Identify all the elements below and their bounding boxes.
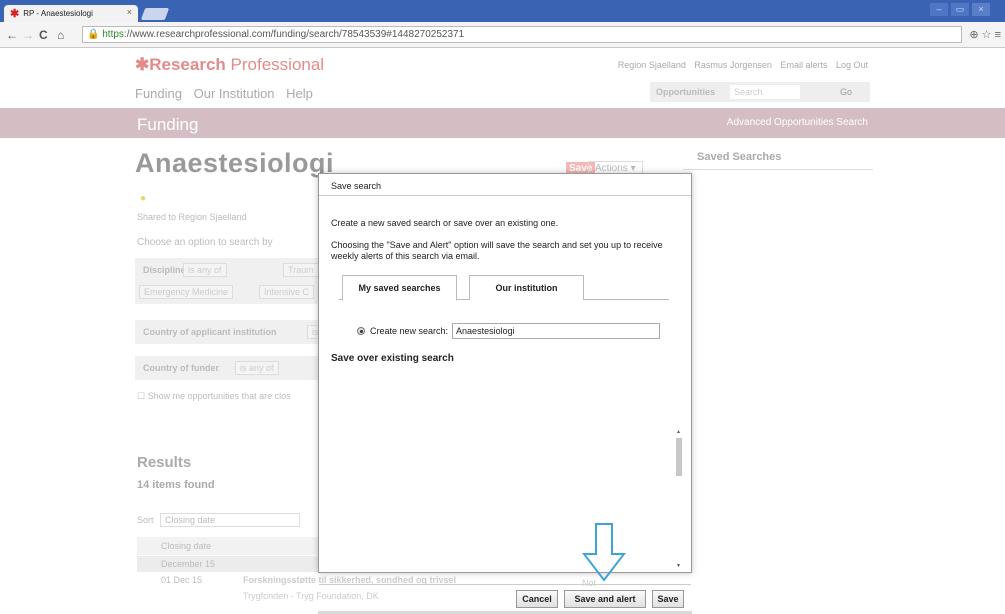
dialog-footer-divider [319, 584, 691, 585]
email-alerts-link[interactable]: Email alerts [780, 60, 827, 70]
dialog-tabs: My saved searches Our institution [339, 275, 669, 301]
month-group: December 15 [137, 556, 319, 572]
scroll-down-icon[interactable]: ▼ [676, 563, 681, 569]
create-new-option: Create new search: [357, 323, 661, 339]
dialog-intro: Create a new saved search or save over a… [331, 218, 559, 228]
tab-my-saved-searches[interactable]: My saved searches [342, 275, 457, 301]
maximize-icon[interactable]: ▭ [951, 3, 969, 16]
lock-icon: 🔒 [87, 29, 100, 40]
column-closing-date[interactable]: Closing date [161, 541, 211, 551]
row-funder: Trygfonden - Tryg Foundation, DK [243, 591, 379, 601]
results-heading: Results [137, 454, 192, 471]
country-funder-filter: Country of funder is any of [135, 356, 325, 380]
sort-label: Sort [137, 515, 154, 525]
page-content: ✱Research Professional Region Sjaelland … [0, 48, 1005, 614]
url-field[interactable]: 🔒 https://www.researchprofessional.com/f… [82, 26, 962, 43]
user-link[interactable]: Rasmus Jorgensen [694, 60, 772, 70]
section-banner: Funding Advanced Opportunities Search [0, 108, 1005, 138]
create-new-radio[interactable] [357, 327, 365, 335]
sort-control: Sort Closing date [137, 513, 301, 527]
logo-light: Professional [230, 55, 325, 74]
scroll-up-icon[interactable]: ▲ [676, 429, 681, 435]
page-title: Anaestesiologi [135, 148, 335, 178]
dialog-title: Save search [319, 174, 691, 196]
save-over-heading: Save over existing search [331, 353, 454, 364]
site-search: Opportunities Search Go [650, 82, 870, 102]
list-scrollbar[interactable]: ▲ ▼ [675, 429, 683, 571]
address-bar: ← → C ⌂ 🔒 https://www.researchprofession… [0, 22, 1005, 48]
lightbulb-icon: ● [140, 193, 147, 204]
sort-select[interactable]: Closing date [160, 513, 301, 527]
show-closed-checkbox[interactable]: ☐ Show me opportunities that are clos [137, 391, 291, 402]
discipline-chip[interactable]: Emergency Medicine [139, 285, 234, 299]
reload-icon[interactable]: C [39, 28, 48, 42]
dialog-alert-info: Choosing the "Save and Alert" option wil… [331, 240, 663, 261]
results-count: 14 items found [137, 479, 215, 491]
nav-help[interactable]: Help [286, 86, 313, 101]
choose-option-text: Choose an option to search by [137, 237, 273, 248]
advanced-search-link[interactable]: Advanced Opportunities Search [727, 117, 868, 128]
browser-tab[interactable]: ✱ RP - Anaestesiologi × [4, 5, 138, 22]
user-links: Region Sjaelland Rasmus Jorgensen Email … [612, 60, 868, 70]
save-search-dialog: Save search Create a new saved search or… [318, 173, 692, 608]
create-new-label: Create new search: [370, 326, 449, 336]
url-scheme: https [102, 29, 124, 40]
browser-tab-strip: ✱ RP - Anaestesiologi × – ▭ × [0, 0, 1005, 22]
region-link[interactable]: Region Sjaelland [618, 60, 686, 70]
discipline-chip[interactable]: Intensive C [259, 285, 315, 299]
tab-title: RP - Anaestesiologi [23, 9, 93, 18]
url-path: ://www.researchprofessional.com/funding/… [123, 29, 465, 40]
minimize-icon[interactable]: – [930, 3, 948, 16]
discipline-operator[interactable]: is any of [183, 263, 227, 277]
favicon-icon: ✱ [10, 8, 20, 20]
shared-text: Shared to Region Sjaelland [137, 212, 247, 222]
results-table-header: Closing date [137, 537, 319, 555]
annotation-arrow-icon [582, 523, 626, 582]
site-logo[interactable]: ✱Research Professional [135, 55, 324, 75]
country-applicant-label: Country of applicant institution [143, 327, 277, 337]
search-input[interactable]: Search [730, 85, 800, 99]
discipline-chip[interactable]: Traum [283, 263, 319, 277]
search-go-button[interactable]: Go [840, 87, 852, 97]
main-nav: Funding Our Institution Help [135, 86, 321, 101]
forward-icon[interactable]: → [22, 28, 34, 42]
logout-link[interactable]: Log Out [836, 60, 868, 70]
save-and-alert-button[interactable]: Save and alert [564, 590, 646, 608]
search-scope[interactable]: Opportunities [656, 87, 715, 97]
nav-funding[interactable]: Funding [135, 86, 182, 101]
country-applicant-filter: Country of applicant institution is [135, 320, 325, 344]
new-tab-button[interactable] [140, 8, 170, 20]
cancel-button[interactable]: Cancel [516, 590, 558, 608]
tab-our-institution[interactable]: Our institution [469, 275, 584, 300]
window-close-icon[interactable]: × [972, 3, 990, 16]
country-funder-operator[interactable]: is any of [235, 361, 279, 375]
home-icon[interactable]: ⌂ [57, 28, 64, 42]
discipline-label: Discipline [143, 265, 186, 275]
country-funder-label: Country of funder [143, 363, 219, 373]
save-button[interactable]: Save [652, 590, 684, 608]
scroll-thumb[interactable] [676, 438, 682, 476]
discipline-filter: Discipline is any of Traum Emergency Med… [135, 258, 325, 304]
tab-close-icon[interactable]: × [127, 7, 132, 17]
saved-searches-heading: Saved Searches [683, 151, 873, 170]
logo-bold: ✱Research [135, 55, 226, 74]
row-closing-date: 01 Dec 15 [161, 575, 203, 585]
back-icon[interactable]: ← [6, 28, 18, 42]
banner-title: Funding [137, 115, 199, 134]
new-search-name-input[interactable] [452, 323, 661, 339]
browser-menu-icons[interactable]: ⊕ ☆ ≡ [969, 28, 1001, 41]
show-closed-label: Show me opportunities that are clos [147, 391, 291, 401]
nav-our-institution[interactable]: Our Institution [194, 86, 275, 101]
